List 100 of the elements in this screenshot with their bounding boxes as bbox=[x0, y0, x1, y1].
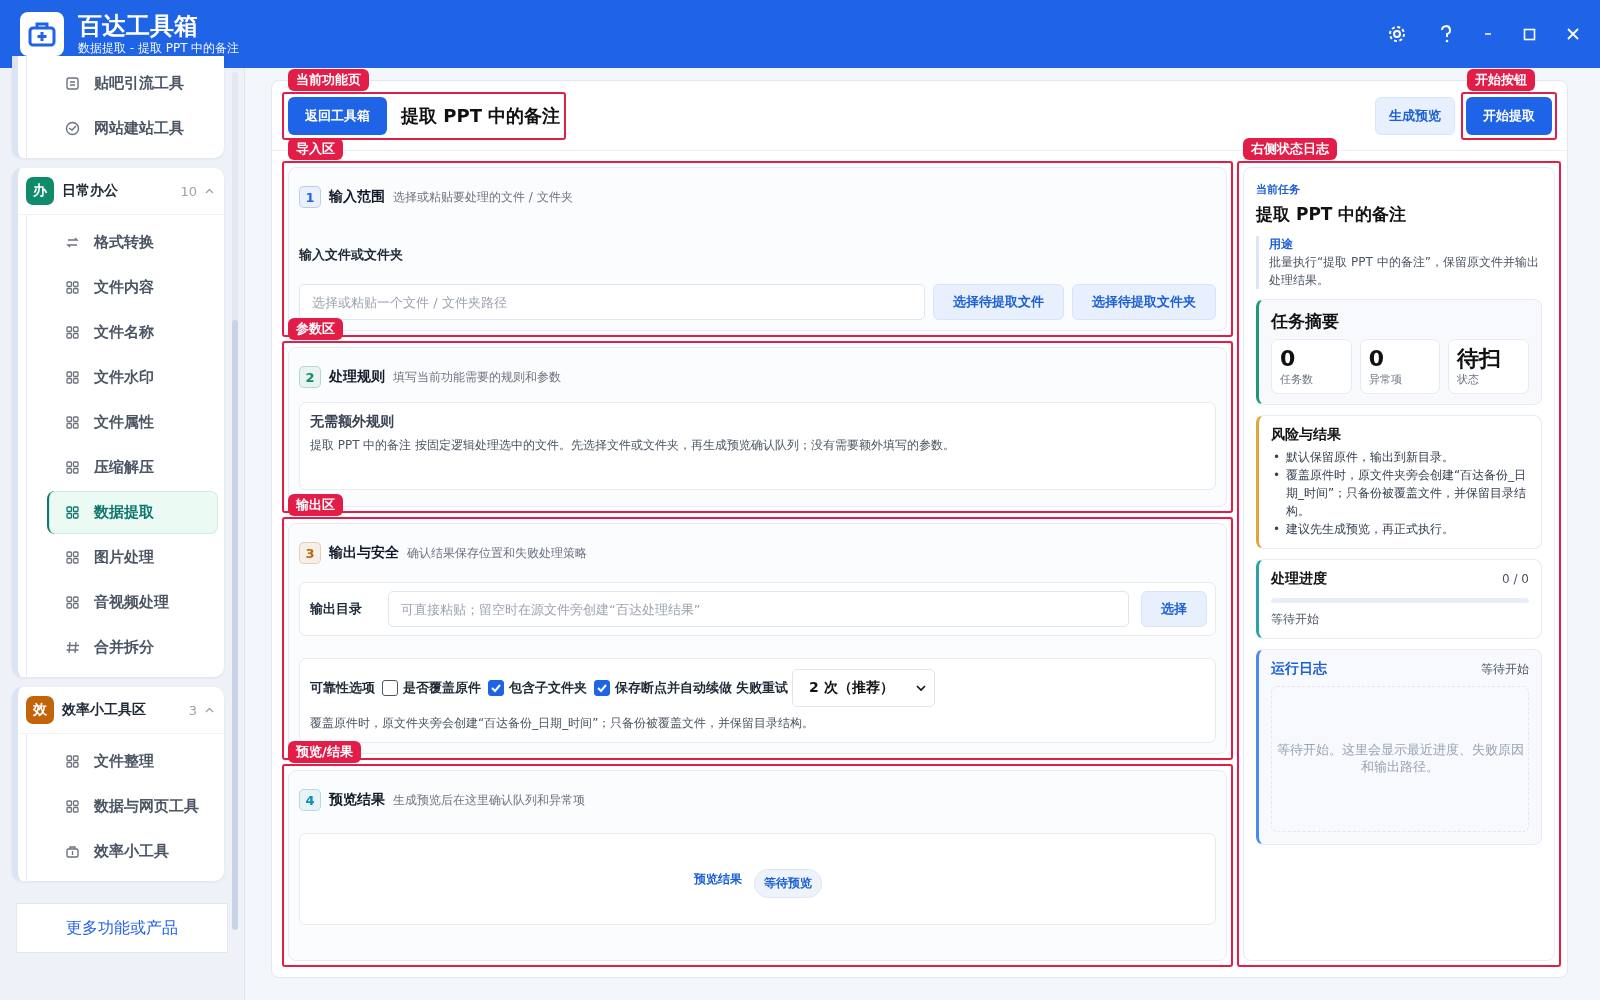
grid-icon bbox=[65, 595, 80, 610]
chevron-down-icon bbox=[915, 684, 926, 692]
bullet-mark: • bbox=[1273, 449, 1281, 466]
document-icon bbox=[65, 76, 80, 91]
grid-icon bbox=[65, 505, 80, 520]
grid-icon bbox=[65, 550, 80, 565]
grid-icon bbox=[65, 280, 80, 295]
progress-count: 0 / 0 bbox=[1502, 572, 1529, 586]
field-label: 输出目录 bbox=[310, 600, 363, 618]
sidebar-item[interactable]: 效率小工具 bbox=[47, 830, 218, 873]
purpose-text: 批量执行“提取 PPT 中的备注”，保留原文件并输出处理结果。 bbox=[1269, 254, 1540, 289]
risk-title: 风险与结果 bbox=[1271, 426, 1342, 444]
stat-label: 状态 bbox=[1457, 372, 1481, 387]
more-products-button[interactable]: 更多功能或产品 bbox=[16, 903, 228, 953]
sidebar-item[interactable]: 数据与网页工具 bbox=[47, 785, 218, 828]
rule-title: 无需额外规则 bbox=[310, 413, 395, 431]
step-number: 1 bbox=[299, 186, 321, 208]
stat-value: 0 bbox=[1368, 346, 1385, 372]
annotation-tag: 预览/结果 bbox=[288, 741, 361, 763]
options-label: 可靠性选项 bbox=[310, 679, 375, 697]
close-icon[interactable] bbox=[1566, 27, 1580, 41]
section-title: 输出与安全 bbox=[329, 544, 399, 562]
section-hint: 确认结果保存位置和失败处理策略 bbox=[407, 544, 587, 562]
sidebar-item[interactable]: 文件内容 bbox=[47, 266, 218, 309]
maximize-icon[interactable] bbox=[1523, 27, 1536, 41]
progress-status: 等待开始 bbox=[1271, 611, 1320, 628]
summary-title: 任务摘要 bbox=[1271, 310, 1340, 333]
choose-button[interactable]: 选择待提取文件 bbox=[933, 284, 1064, 320]
task-title: 提取 PPT 中的备注 bbox=[1256, 203, 1408, 226]
annotation-tag: 右侧状态日志 bbox=[1243, 138, 1337, 160]
start-button[interactable]: 开始提取 bbox=[1466, 96, 1552, 135]
section-title: 处理规则 bbox=[329, 368, 385, 386]
choose-button[interactable]: 选择待提取文件夹 bbox=[1072, 284, 1216, 320]
sidebar-item[interactable]: 音视频处理 bbox=[47, 581, 218, 624]
log-status: 等待开始 bbox=[1481, 660, 1529, 678]
progress-title: 处理进度 bbox=[1271, 570, 1327, 588]
risk-item: 默认保留原件，输出到新目录。 bbox=[1286, 449, 1455, 466]
bullet-mark: • bbox=[1273, 467, 1281, 484]
grid-icon bbox=[65, 460, 80, 475]
swap-icon bbox=[65, 235, 80, 250]
back-button[interactable]: 返回工具箱 bbox=[288, 96, 387, 135]
annotation-tag: 开始按钮 bbox=[1467, 68, 1535, 91]
group-count: 3 bbox=[188, 702, 197, 718]
preview-button[interactable]: 生成预览 bbox=[1375, 96, 1455, 135]
settings-icon[interactable] bbox=[1387, 24, 1407, 44]
checkmark-icon bbox=[596, 682, 608, 694]
group-badge: 效 bbox=[26, 696, 54, 724]
sidebar-item[interactable]: 文件水印 bbox=[47, 356, 218, 399]
checkbox[interactable] bbox=[488, 680, 504, 696]
risk-item: 建议先生成预览，再正式执行。 bbox=[1286, 521, 1455, 538]
checkmark-icon bbox=[490, 682, 502, 694]
grid-icon bbox=[65, 754, 80, 769]
sidebar-item[interactable]: 网站建站工具 bbox=[47, 107, 218, 150]
sidebar-item[interactable]: 图片处理 bbox=[47, 536, 218, 579]
sidebar-item[interactable]: 文件整理 bbox=[47, 740, 218, 783]
output-dir-field[interactable]: 可直接粘贴；留空时在源文件旁创建“百达处理结果” bbox=[388, 591, 1129, 627]
stat-value: 待扫 bbox=[1457, 346, 1503, 372]
option-label: 是否覆盖原件 bbox=[403, 679, 481, 697]
grid-icon bbox=[65, 370, 80, 385]
sidebar-item[interactable]: 文件名称 bbox=[47, 311, 218, 354]
sidebar-item[interactable]: 数据提取 bbox=[47, 491, 218, 534]
step-number: 2 bbox=[299, 366, 321, 388]
sidebar-item[interactable]: 贴吧引流工具 bbox=[47, 62, 218, 105]
group-title[interactable]: 效率小工具区 bbox=[62, 701, 189, 719]
sidebar-item[interactable]: 文件属性 bbox=[47, 401, 218, 444]
purpose-label: 用途 bbox=[1269, 236, 1294, 253]
toolbox-icon bbox=[65, 844, 80, 859]
risk-item: 覆盖原件时，原文件夹旁会创建“百达备份_日期_时间”；只备份被覆盖文件，并保留目录结构。 bbox=[1286, 467, 1528, 520]
options-note: 覆盖原件时，原文件夹旁会创建“百达备份_日期_时间”；只备份被覆盖文件，并保留目录结构。 bbox=[310, 715, 816, 732]
option-label: 保存断点并自动续做 bbox=[615, 679, 732, 697]
checkbox[interactable] bbox=[594, 680, 610, 696]
retry-label: 失败重试 bbox=[736, 679, 788, 697]
option-label: 包含子文件夹 bbox=[509, 679, 587, 697]
bullet-mark: • bbox=[1273, 521, 1281, 538]
rule-description: 提取 PPT 中的备注 按固定逻辑处理选中的文件。先选择文件或文件夹，再生成预览确认队列；没有需要额外填写的参数。 bbox=[310, 437, 957, 454]
retry-select[interactable]: 2 次（推荐） bbox=[792, 669, 935, 707]
section-title: 预览结果 bbox=[329, 791, 385, 809]
stat-label: 任务数 bbox=[1280, 372, 1314, 387]
step-number: 4 bbox=[299, 789, 321, 811]
checkbox[interactable] bbox=[382, 680, 398, 696]
grid-icon bbox=[65, 325, 80, 340]
sidebar-item[interactable]: 格式转换 bbox=[47, 221, 218, 264]
annotation-tag: 输出区 bbox=[288, 494, 343, 516]
stat-label: 异常项 bbox=[1368, 372, 1403, 387]
select-value: 2 次（推荐） bbox=[809, 679, 894, 697]
section-hint: 选择或粘贴要处理的文件 / 文件夹 bbox=[393, 188, 573, 206]
section-hint: 生成预览后在这里确认队列和异常项 bbox=[393, 791, 585, 809]
annotation-tag: 导入区 bbox=[288, 138, 343, 160]
step-number: 3 bbox=[299, 542, 321, 564]
group-title[interactable]: 日常办公 bbox=[62, 182, 181, 200]
sidebar-item[interactable]: 合并拆分 bbox=[47, 626, 218, 669]
status-badge: 等待预览 bbox=[753, 868, 822, 898]
preview-label: 预览结果 bbox=[693, 870, 742, 888]
choose-button[interactable]: 选择 bbox=[1141, 591, 1207, 627]
field-label: 输入文件或文件夹 bbox=[299, 246, 404, 264]
annotation-tag: 当前功能页 bbox=[288, 68, 369, 91]
log-title: 运行日志 bbox=[1271, 660, 1327, 678]
scrollbar[interactable] bbox=[232, 72, 238, 930]
stat-value: 0 bbox=[1280, 346, 1297, 372]
sidebar-item[interactable]: 压缩解压 bbox=[47, 446, 218, 489]
